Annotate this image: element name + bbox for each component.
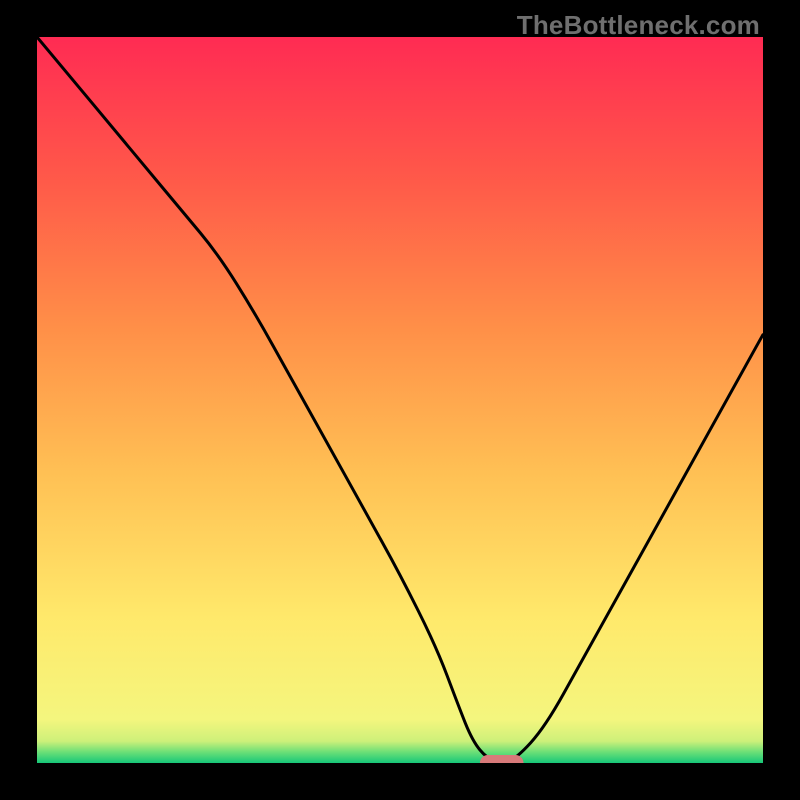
- plot-area: [37, 37, 763, 763]
- optimal-point-marker: [480, 755, 524, 763]
- chart-svg: [37, 37, 763, 763]
- chart-frame: TheBottleneck.com: [0, 0, 800, 800]
- gradient-background: [37, 37, 763, 763]
